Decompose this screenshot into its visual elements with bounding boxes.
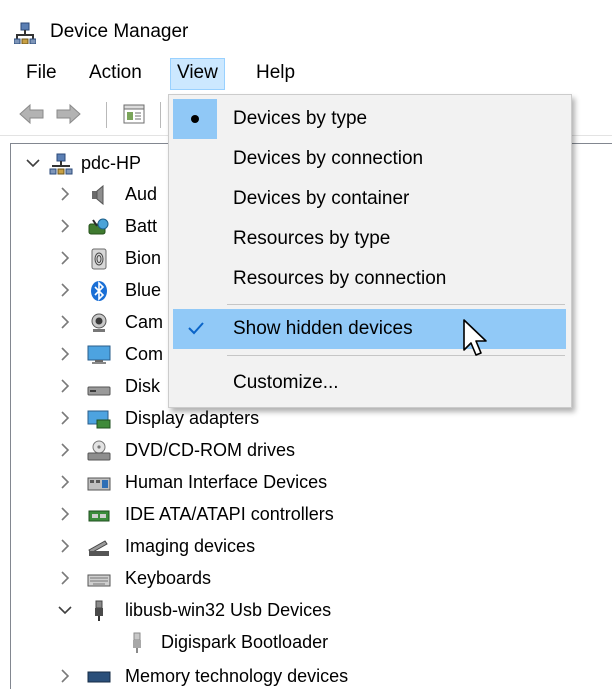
- menu-item-label: Devices by container: [233, 188, 410, 209]
- tree-item[interactable]: Memory technology devices: [11, 661, 601, 689]
- radio-bullet-icon: [191, 115, 199, 123]
- memory-icon: [87, 671, 111, 683]
- menu-item-devices-by-container[interactable]: Devices by container: [173, 179, 566, 219]
- tree-item[interactable]: Keyboards: [11, 563, 601, 595]
- forward-arrow-icon[interactable]: [54, 102, 82, 126]
- chevron-right-icon[interactable]: [57, 441, 73, 459]
- title-bar: Device Manager: [0, 0, 612, 52]
- chevron-right-icon[interactable]: [57, 281, 73, 299]
- hid-icon: [87, 477, 111, 491]
- battery-icon: [88, 218, 109, 235]
- scanner-icon: [88, 540, 109, 556]
- tree-item-label: libusb-win32 Usb Devices: [125, 600, 332, 620]
- chevron-right-icon[interactable]: [57, 377, 73, 395]
- chevron-right-icon[interactable]: [57, 537, 73, 555]
- tree-item[interactable]: Human Interface Devices: [11, 467, 601, 499]
- tree-item-label: Keyboards: [125, 568, 212, 588]
- window-title: Device Manager: [50, 21, 189, 42]
- chevron-right-icon[interactable]: [57, 217, 73, 235]
- tree-item-label: DVD/CD-ROM drives: [125, 440, 296, 460]
- chevron-right-icon[interactable]: [57, 667, 73, 685]
- view-menu-dropdown: Devices by type Devices by connection De…: [168, 94, 572, 408]
- chevron-right-icon[interactable]: [57, 409, 73, 427]
- tree-item-label: Display adapters: [125, 408, 260, 428]
- menu-item-devices-by-type[interactable]: Devices by type: [173, 99, 566, 139]
- chevron-right-icon[interactable]: [57, 569, 73, 587]
- tree-item-label: Batt: [125, 216, 158, 236]
- chevron-right-icon[interactable]: [57, 505, 73, 523]
- toolbar-separator: [106, 102, 107, 128]
- properties-icon[interactable]: [120, 102, 148, 126]
- keyboard-icon: [87, 574, 111, 587]
- menu-item-label: Devices by type: [233, 108, 368, 129]
- menu-item-label: Resources by type: [233, 228, 391, 249]
- mouse-cursor-icon: [463, 319, 487, 356]
- tree-item-label: IDE ATA/ATAPI controllers: [125, 504, 334, 524]
- tree-root-label: pdc-HP: [81, 153, 142, 173]
- fingerprint-icon: [91, 248, 107, 270]
- menu-item-label: Resources by connection: [233, 268, 447, 289]
- speaker-icon: [92, 184, 104, 206]
- usb-icon: [95, 600, 103, 621]
- disk-drive-icon: [87, 386, 111, 396]
- chevron-right-icon[interactable]: [57, 313, 73, 331]
- tree-item-label: Memory technology devices: [125, 666, 349, 686]
- tree-item-label: Bion: [125, 248, 162, 268]
- menu-help[interactable]: Help: [250, 58, 301, 90]
- dvd-drive-icon: [87, 440, 111, 461]
- menu-separator: [227, 355, 565, 356]
- toolbar-separator: [160, 102, 161, 128]
- menu-item-resources-by-type[interactable]: Resources by type: [173, 219, 566, 259]
- chevron-right-icon[interactable]: [57, 345, 73, 363]
- tree-item-label: Human Interface Devices: [125, 472, 328, 492]
- menu-action[interactable]: Action: [83, 58, 148, 90]
- usb-device-icon: [133, 632, 141, 653]
- menu-item-resources-by-connection[interactable]: Resources by connection: [173, 259, 566, 299]
- menu-view[interactable]: View: [170, 58, 225, 90]
- chevron-down-icon[interactable]: [57, 601, 73, 619]
- tree-item-label: Aud: [125, 184, 158, 204]
- tree-item[interactable]: DVD/CD-ROM drives: [11, 435, 601, 467]
- menu-bar: File Action View Help: [0, 52, 612, 92]
- menu-item-show-hidden-devices[interactable]: Show hidden devices: [173, 309, 566, 349]
- menu-item-label: Devices by connection: [233, 148, 424, 169]
- bluetooth-icon: [91, 281, 107, 301]
- chevron-down-icon[interactable]: [25, 154, 41, 172]
- chevron-right-icon[interactable]: [57, 473, 73, 491]
- display-adapter-icon: [87, 410, 111, 429]
- menu-separator: [227, 304, 565, 305]
- tree-item-label: Disk: [125, 376, 160, 396]
- tree-item-label: Com: [125, 344, 164, 364]
- tree-item-label: Imaging devices: [125, 536, 256, 556]
- tree-item[interactable]: libusb-win32 Usb Devices: [11, 595, 601, 627]
- menu-item-customize[interactable]: Customize...: [173, 363, 566, 403]
- computer-network-icon: [49, 153, 73, 175]
- tree-item-label: Cam: [125, 312, 164, 332]
- back-arrow-icon[interactable]: [18, 102, 46, 126]
- chevron-right-icon[interactable]: [57, 185, 73, 203]
- device-manager-icon: [14, 22, 36, 44]
- tree-item-label: Blue: [125, 280, 162, 300]
- tree-item[interactable]: IDE ATA/ATAPI controllers: [11, 499, 601, 531]
- menu-file[interactable]: File: [20, 58, 63, 90]
- chevron-right-icon[interactable]: [57, 249, 73, 267]
- menu-item-devices-by-connection[interactable]: Devices by connection: [173, 139, 566, 179]
- menu-item-label: Show hidden devices: [233, 318, 413, 339]
- camera-icon: [91, 313, 107, 332]
- ide-controller-icon: [88, 510, 110, 522]
- computer-icon: [87, 345, 111, 364]
- tree-item[interactable]: Digispark Bootloader: [11, 627, 601, 659]
- tree-item[interactable]: Imaging devices: [11, 531, 601, 563]
- menu-item-label: Customize...: [233, 372, 339, 393]
- checkmark-icon: [188, 322, 204, 335]
- tree-item-label: Digispark Bootloader: [161, 632, 329, 652]
